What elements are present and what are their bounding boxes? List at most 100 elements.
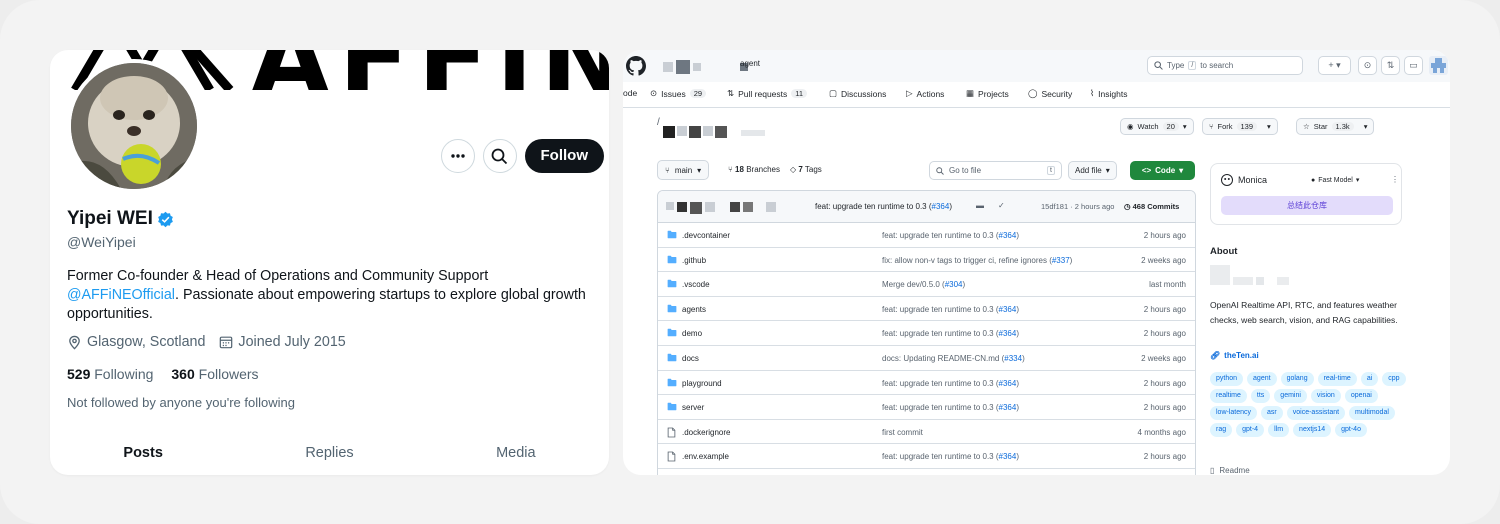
commit-pr-link[interactable]: #364: [999, 452, 1017, 461]
topic-tag[interactable]: llm: [1268, 423, 1290, 437]
topic-tag[interactable]: python: [1210, 372, 1244, 386]
commits-link[interactable]: ◷ 468 Commits: [1124, 202, 1179, 211]
code-button[interactable]: <> Code ▾: [1130, 161, 1195, 180]
followers-link[interactable]: 360 Followers: [171, 366, 258, 382]
topic-tag[interactable]: openai: [1344, 389, 1378, 403]
topic-tag[interactable]: cpp: [1382, 372, 1406, 386]
watch-button[interactable]: ◉ Watch 20 ▾: [1120, 118, 1194, 135]
file-name[interactable]: playground: [682, 379, 722, 388]
topic-tag[interactable]: vision: [1310, 389, 1341, 403]
topic-tag[interactable]: gpt-4o: [1335, 423, 1367, 437]
file-name[interactable]: .dockerignore: [682, 428, 730, 437]
topic-tag[interactable]: nextjs14: [1293, 423, 1332, 437]
create-new-button[interactable]: + ▾: [1318, 56, 1351, 75]
inbox-button[interactable]: ▭: [1404, 56, 1423, 75]
topic-tag[interactable]: real-time: [1317, 372, 1357, 386]
repo-name[interactable]: agent: [740, 59, 760, 68]
file-row[interactable]: .env.example feat: upgrade ten runtime to…: [658, 444, 1195, 469]
file-commit-message[interactable]: feat: upgrade ten runtime to 0.3 (#364): [882, 452, 1019, 461]
avatar[interactable]: [67, 59, 201, 193]
pull-requests-button[interactable]: ⇅: [1381, 56, 1400, 75]
tags-link[interactable]: ◇ 7 Tags: [790, 165, 822, 174]
topic-tag[interactable]: gemini: [1274, 389, 1307, 403]
follow-button[interactable]: Follow: [524, 139, 604, 173]
tab-code[interactable]: ode: [623, 88, 637, 98]
about-website-link[interactable]: 🔗︎ theTen.ai: [1210, 351, 1259, 360]
commit-hash[interactable]: 15df181: [1041, 202, 1068, 211]
more-vertical-icon[interactable]: ⋮: [1391, 175, 1399, 184]
check-icon[interactable]: ✓: [998, 201, 1005, 210]
file-row[interactable]: .devcontainer feat: upgrade ten runtime t…: [658, 223, 1195, 248]
topic-tag[interactable]: golang: [1280, 372, 1314, 386]
file-name[interactable]: .devcontainer: [682, 231, 730, 240]
fork-button[interactable]: ⑂ Fork 139 ▾: [1202, 118, 1278, 135]
more-button[interactable]: [440, 139, 475, 173]
commit-pr-link[interactable]: #334: [1004, 354, 1022, 363]
go-to-file-input[interactable]: Go to file t: [929, 161, 1062, 180]
tab-insights[interactable]: ⌇ Insights: [1090, 88, 1127, 99]
file-commit-message[interactable]: feat: upgrade ten runtime to 0.3 (#364): [882, 305, 1019, 314]
file-row[interactable]: playground feat: upgrade ten runtime to 0…: [658, 371, 1195, 396]
file-commit-message[interactable]: docs: Updating README-CN.md (#334): [882, 354, 1025, 363]
file-row[interactable]: docs docs: Updating README-CN.md (#334) 2 …: [658, 346, 1195, 371]
search-button[interactable]: [482, 139, 517, 173]
issues-button[interactable]: ⊙: [1358, 56, 1377, 75]
file-row[interactable]: demo feat: upgrade ten runtime to 0.3 (#3…: [658, 321, 1195, 346]
topic-tag[interactable]: ai: [1360, 372, 1379, 386]
commit-pr-link[interactable]: #364: [932, 202, 950, 211]
latest-commit-message[interactable]: feat: upgrade ten runtime to 0.3 (#364): [815, 202, 952, 211]
topic-tag[interactable]: low-latency: [1210, 406, 1258, 420]
tab-discussions[interactable]: ▢ Discussions: [829, 88, 886, 99]
monica-model-selector[interactable]: ● Fast Model ▾: [1311, 176, 1359, 185]
following-link[interactable]: 529 Following: [67, 366, 153, 382]
file-row[interactable]: .vscode Merge dev/0.5.0 (#304) last month: [658, 272, 1195, 297]
tab-pull-requests[interactable]: ⇅ Pull requests 11: [727, 88, 808, 99]
tab-issues[interactable]: ⊙ Issues 29: [650, 88, 707, 99]
topic-tag[interactable]: multimodal: [1349, 406, 1395, 420]
file-row[interactable]: .dockerignore first commit 4 months ago: [658, 420, 1195, 445]
tab-security[interactable]: ◯ Security: [1028, 88, 1072, 99]
branches-link[interactable]: ⑂ 18 Branches: [728, 165, 780, 174]
search-input[interactable]: Type / to search: [1147, 56, 1303, 75]
summarize-repo-button[interactable]: 总结此仓库: [1221, 196, 1393, 215]
file-name[interactable]: agents: [682, 305, 706, 314]
tab-replies[interactable]: Replies: [236, 445, 422, 461]
commit-expand-icon[interactable]: ▬: [976, 201, 984, 210]
file-row[interactable]: .github fix: allow non-v tags to trigger …: [658, 248, 1195, 273]
file-commit-message[interactable]: feat: upgrade ten runtime to 0.3 (#364): [882, 379, 1019, 388]
topic-tag[interactable]: agent: [1247, 372, 1277, 386]
file-commit-message[interactable]: feat: upgrade ten runtime to 0.3 (#364): [882, 403, 1019, 412]
commit-pr-link[interactable]: #364: [999, 403, 1017, 412]
file-commit-message[interactable]: fix: allow non-v tags to trigger ci, ref…: [882, 256, 1072, 265]
tab-posts[interactable]: Posts: [50, 445, 236, 461]
file-name[interactable]: demo: [682, 329, 702, 338]
commit-pr-link[interactable]: #364: [999, 305, 1017, 314]
tab-actions[interactable]: ▷ Actions: [906, 88, 944, 99]
file-name[interactable]: .vscode: [682, 280, 710, 289]
file-commit-message[interactable]: first commit: [882, 428, 923, 437]
topic-tag[interactable]: realtime: [1210, 389, 1247, 403]
file-row[interactable]: agents feat: upgrade ten runtime to 0.3 (…: [658, 297, 1195, 322]
branch-selector[interactable]: ⑂ main ▾: [657, 160, 710, 180]
github-logo-icon[interactable]: [626, 56, 646, 76]
readme-link[interactable]: ▯ Readme: [1210, 466, 1250, 475]
topic-tag[interactable]: voice-assistant: [1286, 406, 1346, 420]
file-commit-message[interactable]: feat: upgrade ten runtime to 0.3 (#364): [882, 329, 1019, 338]
add-file-button[interactable]: Add file ▾: [1068, 161, 1117, 180]
tab-media[interactable]: Media: [423, 445, 609, 461]
verified-badge-icon[interactable]: [157, 211, 174, 228]
topic-tag[interactable]: gpt-4: [1236, 423, 1265, 437]
commit-pr-link[interactable]: #364: [999, 379, 1017, 388]
file-name[interactable]: docs: [682, 354, 699, 363]
commit-pr-link[interactable]: #337: [1052, 256, 1070, 265]
tab-projects[interactable]: ▦ Projects: [966, 88, 1009, 99]
file-commit-message[interactable]: feat: upgrade ten runtime to 0.3 (#364): [882, 231, 1019, 240]
file-commit-message[interactable]: Merge dev/0.5.0 (#304): [882, 280, 965, 289]
file-row[interactable]: server feat: upgrade ten runtime to 0.3 (…: [658, 395, 1195, 420]
topic-tag[interactable]: rag: [1210, 423, 1233, 437]
file-name[interactable]: .github: [682, 256, 706, 265]
user-avatar-icon[interactable]: [1429, 56, 1448, 75]
star-button[interactable]: ☆ Star 1.3k ▾: [1296, 118, 1375, 135]
commit-pr-link[interactable]: #364: [999, 231, 1017, 240]
commit-pr-link[interactable]: #364: [999, 329, 1017, 338]
